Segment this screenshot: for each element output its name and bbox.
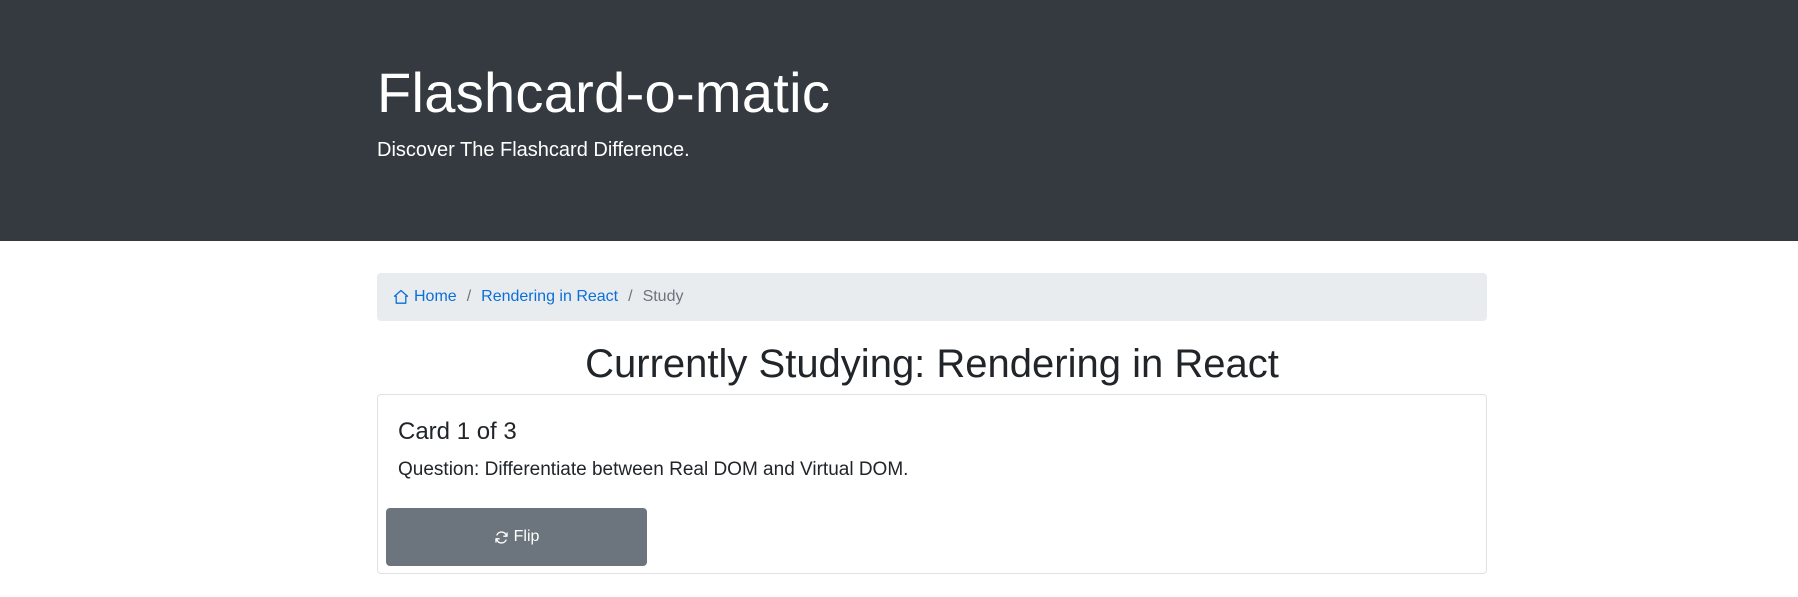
breadcrumb-separator: / bbox=[466, 288, 472, 305]
flip-button-label: Flip bbox=[513, 528, 540, 545]
page-title: Currently Studying: Rendering in React bbox=[585, 342, 1279, 386]
arrow-repeat-icon bbox=[494, 530, 508, 544]
breadcrumb: Home / Rendering in React / Study bbox=[377, 273, 1487, 321]
flashcard: Card 1 of 3 Question: Differentiate betw… bbox=[377, 394, 1487, 574]
breadcrumb-home-link[interactable]: Home bbox=[393, 288, 457, 306]
card-question: Question: Differentiate between Real DOM… bbox=[398, 459, 909, 480]
site-header: Flashcard-o-matic Discover The Flashcard… bbox=[0, 0, 1798, 241]
breadcrumb-current: Study bbox=[642, 288, 684, 305]
breadcrumb-home-label: Home bbox=[414, 288, 457, 305]
site-title: Flashcard-o-matic bbox=[377, 61, 831, 124]
home-icon bbox=[393, 289, 409, 304]
card-counter: Card 1 of 3 bbox=[398, 418, 517, 445]
flip-button[interactable]: Flip bbox=[386, 508, 647, 566]
header-content: Flashcard-o-matic Discover The Flashcard… bbox=[377, 56, 830, 162]
site-tagline: Discover The Flashcard Difference. bbox=[377, 139, 690, 161]
breadcrumb-deck-link[interactable]: Rendering in React bbox=[481, 288, 618, 306]
breadcrumb-separator: / bbox=[628, 288, 633, 305]
